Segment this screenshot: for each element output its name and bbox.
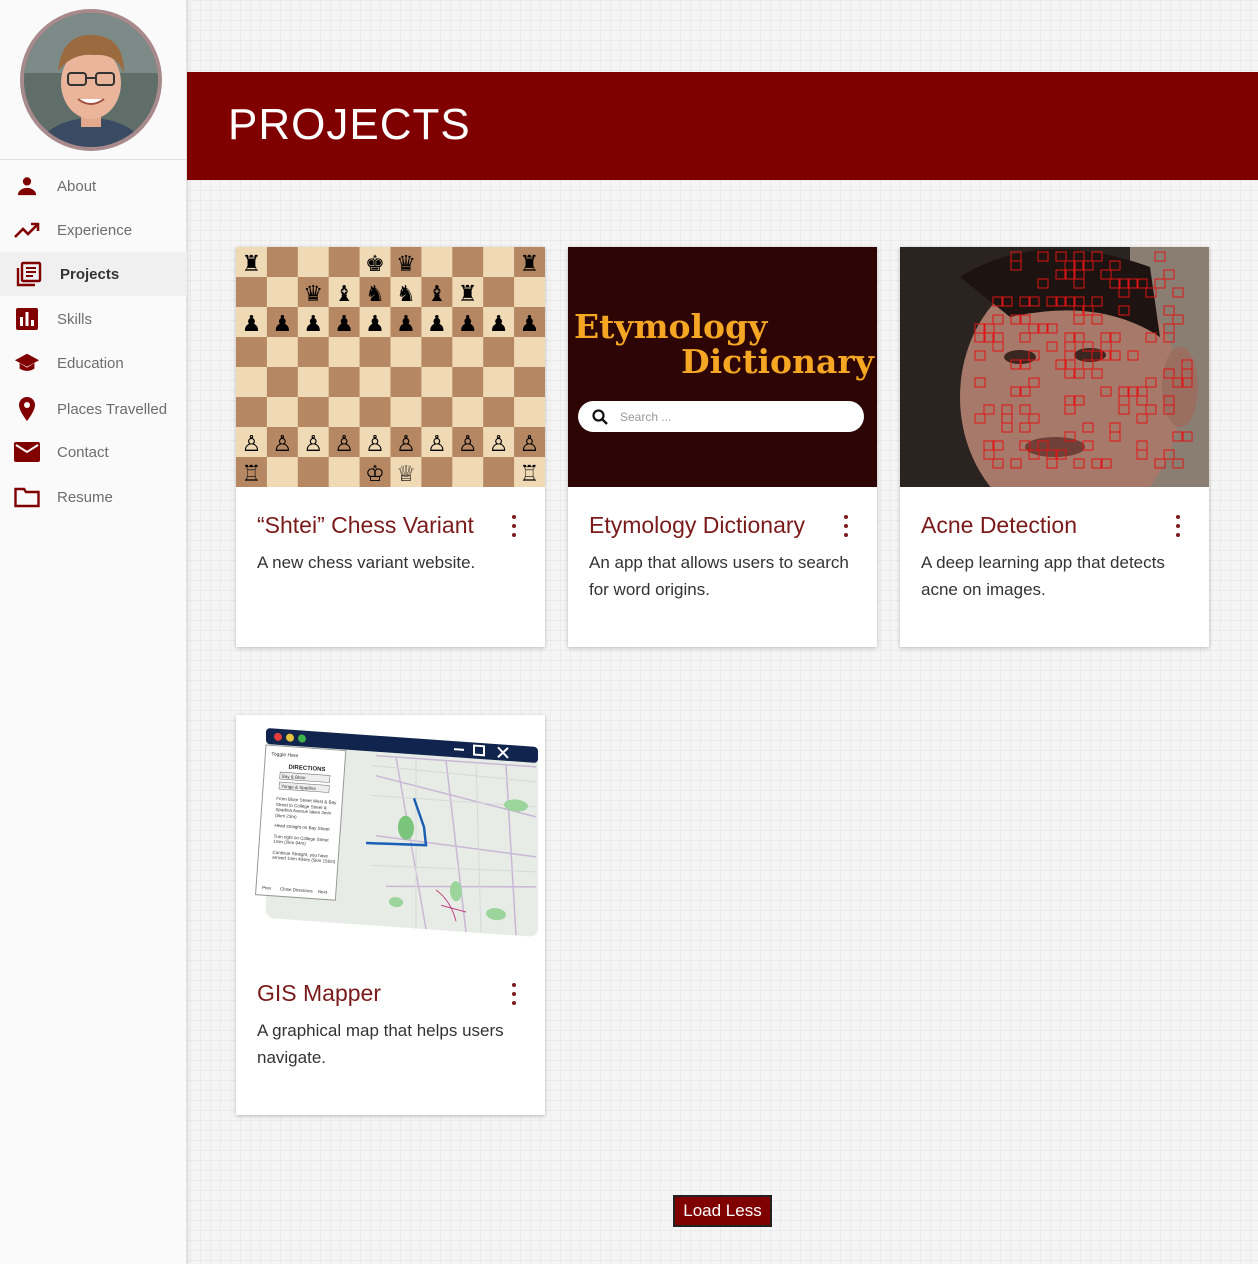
sidebar-item-projects[interactable]: Projects <box>0 252 187 296</box>
search-icon <box>592 409 608 425</box>
svg-text:♔: ♔ <box>365 462 385 487</box>
project-card-gis[interactable]: Toggle Here DIRECTIONS Bay & Bloor Yonge… <box>236 715 545 1115</box>
svg-text:♙: ♙ <box>458 432 478 457</box>
person-icon <box>14 173 40 199</box>
acne-detection-image <box>900 247 1209 487</box>
gis-step: Turn right on College Street 1min (2km 9… <box>273 833 329 847</box>
sidebar-item-label: Resume <box>57 488 113 506</box>
svg-text:♙: ♙ <box>272 432 292 457</box>
sidebar-item-resume[interactable]: Resume <box>0 475 187 519</box>
svg-text:♙: ♙ <box>303 432 323 457</box>
svg-text:♖: ♖ <box>242 462 262 487</box>
svg-text:♖: ♖ <box>520 462 540 487</box>
profile-area <box>0 0 186 160</box>
svg-text:♕: ♕ <box>396 462 416 487</box>
svg-text:♙: ♙ <box>427 432 447 457</box>
card-description: A deep learning app that detects acne on… <box>921 553 1165 599</box>
svg-text:♝: ♝ <box>334 282 354 307</box>
folder-icon <box>14 484 40 510</box>
svg-text:♝: ♝ <box>427 282 447 307</box>
more-vert-icon[interactable] <box>509 983 519 1005</box>
sidebar-item-skills[interactable]: Skills <box>0 297 187 341</box>
etymology-logo-line2: Dictionary <box>681 342 874 381</box>
svg-text:♞: ♞ <box>396 282 416 307</box>
sidebar-item-label: Places Travelled <box>57 400 168 418</box>
gis-step: Head straight on Bay Street <box>274 822 330 832</box>
svg-text:♙: ♙ <box>365 432 385 457</box>
card-title: Etymology Dictionary <box>589 512 806 538</box>
svg-text:♟: ♟ <box>242 312 262 337</box>
etymology-logo-line1: Etymology <box>574 307 768 346</box>
gis-step: From Bloor Street West & Bay Street to C… <box>274 795 337 819</box>
card-title: “Shtei” Chess Variant <box>257 512 474 538</box>
svg-text:♟: ♟ <box>272 312 292 337</box>
mail-icon <box>14 439 40 465</box>
sidebar-item-label: Contact <box>57 443 109 461</box>
svg-text:♟: ♟ <box>520 312 540 337</box>
graduation-cap-icon <box>14 350 40 376</box>
svg-text:♙: ♙ <box>520 432 540 457</box>
svg-text:♛: ♛ <box>303 282 323 307</box>
gis-steps: From Bloor Street West & Bay Street to C… <box>272 796 340 865</box>
sidebar-item-contact[interactable]: Contact <box>0 430 187 474</box>
sidebar-item-label: Education <box>57 354 124 372</box>
etymology-search-bar: Search ... <box>578 401 864 432</box>
library-books-icon <box>16 261 42 287</box>
card-description: An app that allows users to search for w… <box>589 553 849 599</box>
sidebar-item-education[interactable]: Education <box>0 341 187 385</box>
gis-prev: Prev <box>262 885 272 891</box>
svg-text:♙: ♙ <box>242 432 262 457</box>
location-pin-icon <box>14 396 40 422</box>
svg-text:♟: ♟ <box>427 312 447 337</box>
svg-text:♟: ♟ <box>489 312 509 337</box>
project-card-etymology[interactable]: Etymology Dictionary Search ... Etymolog… <box>568 247 877 647</box>
gis-step: Continue Straight, you have arrived 1min… <box>272 849 336 865</box>
card-title: GIS Mapper <box>257 980 381 1006</box>
more-vert-icon[interactable] <box>1173 515 1183 537</box>
card-title: Acne Detection <box>921 512 1077 538</box>
svg-text:♜: ♜ <box>458 282 478 307</box>
svg-text:♜: ♜ <box>242 252 262 277</box>
more-vert-icon[interactable] <box>841 515 851 537</box>
svg-text:♜: ♜ <box>520 252 540 277</box>
svg-text:♞: ♞ <box>365 282 385 307</box>
trending-up-icon <box>14 217 40 243</box>
page-header: PROJECTS <box>187 72 1258 180</box>
svg-text:♟: ♟ <box>365 312 385 337</box>
gis-next: Next <box>318 889 328 895</box>
project-card-chess[interactable]: ♜ ♚ ♛ ♜ ♛ ♝ ♞ ♞ ♝ ♜ ♟ ♟ ♟ ♟ ♟ ♟ ♟ ♟ ♟ ♟ ♙ ♙ ♙ ♙ ♙ ♙ ♙ ♙ ♙ ♙ ♖ ♔ ♕ ♖ “Shte… <box>236 247 545 647</box>
sidebar-item-places-travelled[interactable]: Places Travelled <box>0 387 187 431</box>
etymology-image: Etymology Dictionary Search ... <box>568 247 877 487</box>
svg-text:♟: ♟ <box>396 312 416 337</box>
sidebar-item-label: Skills <box>57 310 93 328</box>
sidebar-item-about[interactable]: About <box>0 164 187 208</box>
bar-chart-icon <box>14 306 40 332</box>
page-title: PROJECTS <box>228 100 471 149</box>
sidebar-item-label: About <box>57 177 97 195</box>
avatar <box>20 9 162 151</box>
project-card-acne[interactable]: Acne Detection A deep learning app that … <box>900 247 1209 647</box>
gis-mapper-image: Toggle Here DIRECTIONS Bay & Bloor Yonge… <box>236 715 545 955</box>
sidebar-item-experience[interactable]: Experience <box>0 208 187 252</box>
svg-text:♟: ♟ <box>334 312 354 337</box>
svg-text:♟: ♟ <box>303 312 323 337</box>
more-vert-icon[interactable] <box>509 515 519 537</box>
card-description: A new chess variant website. <box>257 553 476 572</box>
load-less-button[interactable]: Load Less <box>673 1195 772 1227</box>
svg-text:♚: ♚ <box>365 252 385 277</box>
sidebar: About Experience Projects Skills Educati… <box>0 0 187 1264</box>
svg-text:♙: ♙ <box>334 432 354 457</box>
svg-text:♟: ♟ <box>458 312 478 337</box>
card-description: A graphical map that helps users navigat… <box>257 1021 504 1067</box>
sidebar-item-label: Projects <box>60 265 120 283</box>
svg-text:♙: ♙ <box>396 432 416 457</box>
svg-text:♙: ♙ <box>489 432 509 457</box>
search-placeholder: Search ... <box>620 410 672 424</box>
chess-board-image: ♜ ♚ ♛ ♜ ♛ ♝ ♞ ♞ ♝ ♜ ♟ ♟ ♟ ♟ ♟ ♟ ♟ ♟ ♟ ♟ ♙ ♙ ♙ ♙ ♙ ♙ ♙ ♙ ♙ ♙ ♖ ♔ ♕ ♖ <box>236 247 545 487</box>
svg-text:♛: ♛ <box>396 252 416 277</box>
sidebar-item-label: Experience <box>57 221 133 239</box>
